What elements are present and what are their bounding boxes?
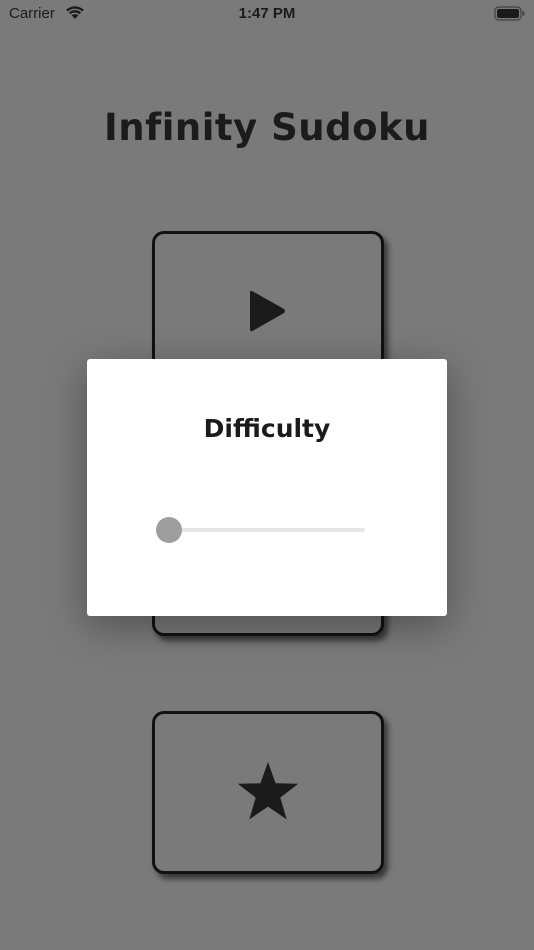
dialog-title: Difficulty: [203, 414, 331, 443]
app-title: Infinity Sudoku: [104, 106, 430, 149]
favorites-button[interactable]: [152, 711, 384, 874]
status-time: 1:47 PM: [238, 5, 296, 22]
slider-thumb[interactable]: [156, 517, 182, 543]
difficulty-dialog: Difficulty: [87, 359, 447, 616]
play-icon: [248, 288, 288, 338]
difficulty-slider[interactable]: [156, 517, 365, 543]
status-bar: Carrier 1:47 PM: [0, 0, 534, 28]
star-icon: [235, 760, 301, 826]
battery-full-icon: [494, 6, 526, 21]
